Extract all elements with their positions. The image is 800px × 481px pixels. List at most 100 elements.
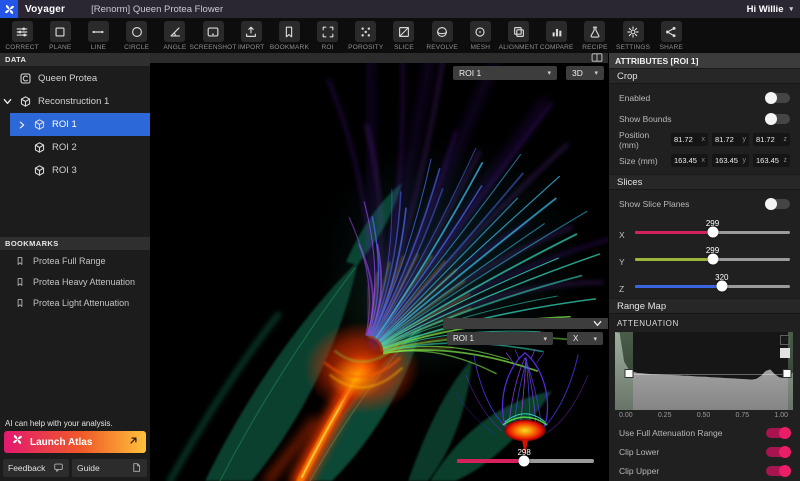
bookmarks-section-header: BOOKMARKS [0, 237, 150, 250]
slices-section-header[interactable]: Slices [609, 174, 800, 190]
axis-tick: 0.50 [697, 412, 711, 419]
slider-x-track[interactable]: 299 [635, 231, 790, 235]
screenshot-icon [203, 21, 224, 42]
slice-slider-x: X 299 [609, 214, 800, 241]
split-pane-icon[interactable] [591, 53, 603, 67]
guide-button[interactable]: Guide [72, 459, 147, 477]
tool-alignment[interactable]: ALIGNMENT [499, 18, 537, 51]
clip-lower-toggle[interactable] [766, 447, 790, 457]
axis-tick: 0.25 [658, 412, 672, 419]
tree-item-roi-2[interactable]: ROI 2 [0, 136, 150, 159]
settings-icon [623, 21, 644, 42]
tool-mesh[interactable]: MESH [461, 18, 499, 51]
revolve-icon [432, 21, 453, 42]
enabled-toggle[interactable] [766, 93, 790, 103]
viewport-mode-dropdown[interactable]: 3D ▾ [566, 66, 604, 80]
bookmark-item-protea-heavy-attenuation[interactable]: Protea Heavy Attenuation [0, 271, 150, 292]
bookmarks-section: BOOKMARKS Protea Full Range Protea Heavy… [0, 237, 150, 313]
bookmark-item-protea-full-range[interactable]: Protea Full Range [0, 250, 150, 271]
tool-revolve[interactable]: REVOLVE [423, 18, 461, 51]
chevron-right-icon[interactable] [16, 121, 27, 129]
tool-circle[interactable]: CIRCLE [118, 18, 156, 51]
plane-icon [50, 21, 71, 42]
data-sidebar: DATA Queen Protea Reconstruction 1 ROI 1… [0, 53, 150, 481]
document-icon [131, 462, 142, 475]
chevron-down-icon: ▾ [594, 69, 598, 77]
mini-slice-slider-handle[interactable] [519, 455, 530, 466]
use-full-attenuation-range-row: Use Full Attenuation Range [609, 423, 800, 442]
clip-upper-toggle[interactable] [766, 466, 790, 476]
ramp-inverse-icon[interactable] [780, 348, 790, 358]
data-tree: Queen Protea Reconstruction 1 ROI 1 ROI … [0, 66, 150, 182]
use-full-attenuation-range-toggle[interactable] [766, 428, 790, 438]
position-z-field[interactable]: 81.72z [753, 133, 790, 146]
mini-slice-slider-track[interactable]: 298 [457, 459, 594, 463]
slice-view-canvas[interactable] [443, 346, 608, 457]
range-map-section-header[interactable]: Range Map [609, 298, 800, 314]
volume-icon [33, 118, 46, 131]
slice-position-slider: 298 [457, 459, 594, 475]
tool-correct[interactable]: CORRECT [3, 18, 41, 51]
slider-y-handle[interactable] [707, 254, 718, 265]
size-z-field[interactable]: 163.45z [753, 154, 790, 167]
tool-bookmark[interactable]: BOOKMARK [270, 18, 308, 51]
document-title: [Renorm] Queen Protea Flower [91, 4, 223, 15]
chevron-down-icon[interactable] [2, 97, 13, 106]
slider-y-track[interactable]: 299 [635, 258, 790, 262]
tool-screenshot[interactable]: SCREENSHOT [194, 18, 232, 51]
tree-item-reconstruction-1[interactable]: Reconstruction 1 [0, 90, 150, 113]
compare-icon [546, 21, 567, 42]
mesh-icon [470, 21, 491, 42]
size-x-field[interactable]: 163.45x [671, 154, 708, 167]
size-y-field[interactable]: 163.45y [712, 154, 749, 167]
alignment-icon [508, 21, 529, 42]
slider-x-handle[interactable] [707, 227, 718, 238]
slider-z-handle[interactable] [716, 281, 727, 292]
chevron-down-icon: ▾ [593, 335, 597, 343]
launch-atlas-button[interactable]: Launch Atlas [4, 431, 146, 453]
voyager-logo-icon [0, 0, 18, 18]
chevron-down-icon: ▾ [547, 69, 551, 77]
tool-porosity[interactable]: POROSITY [347, 18, 385, 51]
enabled-row: Enabled [609, 87, 800, 108]
tree-item-roi-3[interactable]: ROI 3 [0, 159, 150, 182]
mini-panel-collapse-bar[interactable] [443, 318, 608, 329]
tool-settings[interactable]: SETTINGS [614, 18, 652, 51]
mini-axis-dropdown[interactable]: X ▾ [567, 332, 603, 345]
tree-item-queen-protea[interactable]: Queen Protea [0, 67, 150, 90]
tree-item-label: ROI 3 [52, 165, 77, 176]
range-handle-right[interactable] [782, 369, 791, 378]
bookmark-icon [15, 277, 25, 287]
tool-import[interactable]: IMPORT [232, 18, 270, 51]
range-handle-left[interactable] [625, 369, 634, 378]
bookmark-item-protea-light-attenuation[interactable]: Protea Light Attenuation [0, 292, 150, 313]
crop-section-header[interactable]: Crop [609, 68, 800, 84]
feedback-button[interactable]: Feedback [3, 459, 69, 477]
tree-item-roi-1[interactable]: ROI 1 [0, 113, 150, 136]
slice-icon [393, 21, 414, 42]
chevron-down-icon: ▾ [543, 335, 547, 343]
attenuation-label: ATTENUATION [609, 314, 800, 330]
viewport-roi-dropdown[interactable]: ROI 1 ▾ [453, 66, 557, 80]
tool-recipe[interactable]: RECIPE [576, 18, 614, 51]
slider-z-track[interactable]: 320 [635, 285, 790, 289]
tool-compare[interactable]: COMPARE [538, 18, 576, 51]
guide-label: Guide [77, 463, 100, 473]
tool-roi[interactable]: ROI [309, 18, 347, 51]
tool-slice[interactable]: SLICE [385, 18, 423, 51]
bookmark-icon [15, 256, 25, 266]
ai-hint-text: AI can help with your analysis. [5, 419, 113, 428]
show-slice-planes-toggle[interactable] [766, 199, 790, 209]
porosity-icon [355, 21, 376, 42]
user-menu[interactable]: Hi Willie ▾ [747, 4, 793, 15]
show-bounds-toggle[interactable] [766, 114, 790, 124]
tool-plane[interactable]: PLANE [41, 18, 79, 51]
tool-share[interactable]: SHARE [652, 18, 690, 51]
position-y-field[interactable]: 81.72y [712, 133, 749, 146]
feedback-label: Feedback [8, 463, 45, 473]
tool-line[interactable]: LINE [79, 18, 117, 51]
bookmark-label: Protea Light Attenuation [33, 298, 129, 308]
position-x-field[interactable]: 81.72x [671, 133, 708, 146]
mini-roi-dropdown[interactable]: ROI 1 ▾ [447, 332, 553, 345]
tool-angle[interactable]: ANGLE [156, 18, 194, 51]
